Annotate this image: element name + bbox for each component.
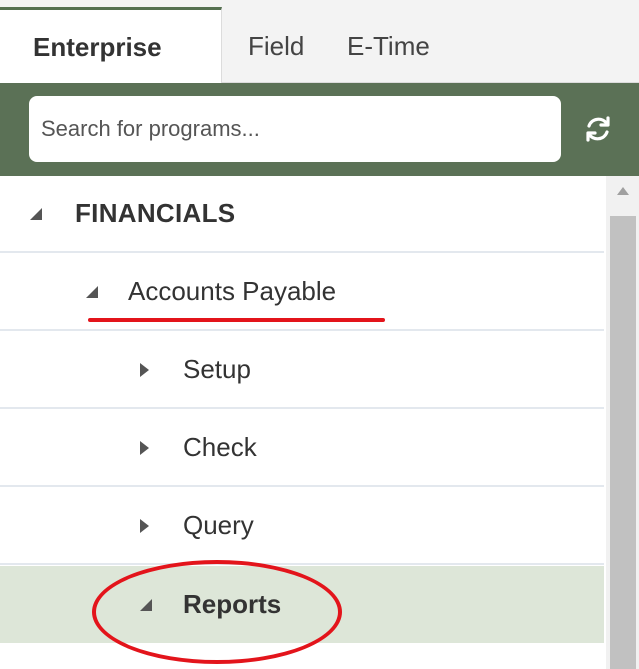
scroll-up-arrow-icon[interactable]: [606, 176, 639, 206]
search-toolbar: [0, 83, 639, 176]
caret-collapsed-icon[interactable]: [134, 438, 154, 458]
tree-item-financials[interactable]: FINANCIALS: [0, 176, 604, 253]
annotation-underline: [88, 318, 385, 322]
caret-expanded-icon[interactable]: [26, 204, 46, 224]
refresh-icon: [586, 116, 610, 142]
tab-field[interactable]: Field: [248, 10, 304, 83]
tree-item-setup[interactable]: Setup: [0, 332, 604, 409]
caret-expanded-icon[interactable]: [82, 282, 102, 302]
vertical-scrollbar[interactable]: [606, 176, 639, 669]
program-navigator: Enterprise Field E-Time FINANCIALS: [0, 0, 639, 669]
caret-collapsed-icon[interactable]: [134, 516, 154, 536]
tab-e-time-label: E-Time: [347, 31, 430, 61]
tab-enterprise[interactable]: Enterprise: [0, 7, 222, 84]
refresh-button[interactable]: [576, 105, 620, 153]
tab-bar: Enterprise Field E-Time: [0, 0, 639, 84]
tree-item-check[interactable]: Check: [0, 410, 604, 487]
tab-enterprise-label: Enterprise: [33, 31, 162, 62]
tree-item-label: FINANCIALS: [75, 198, 236, 228]
tree-item-label: Check: [183, 432, 257, 462]
tree-item-label: Setup: [183, 354, 251, 384]
tree-item-label: Accounts Payable: [128, 276, 337, 306]
scrollbar-thumb[interactable]: [610, 216, 636, 669]
annotation-circle: [92, 560, 342, 664]
caret-collapsed-icon[interactable]: [134, 360, 154, 380]
tree-item-label: Query: [183, 510, 254, 540]
tree-item-query[interactable]: Query: [0, 488, 604, 565]
tab-e-time[interactable]: E-Time: [347, 10, 430, 83]
tab-field-label: Field: [248, 31, 305, 61]
search-input[interactable]: [29, 96, 561, 162]
